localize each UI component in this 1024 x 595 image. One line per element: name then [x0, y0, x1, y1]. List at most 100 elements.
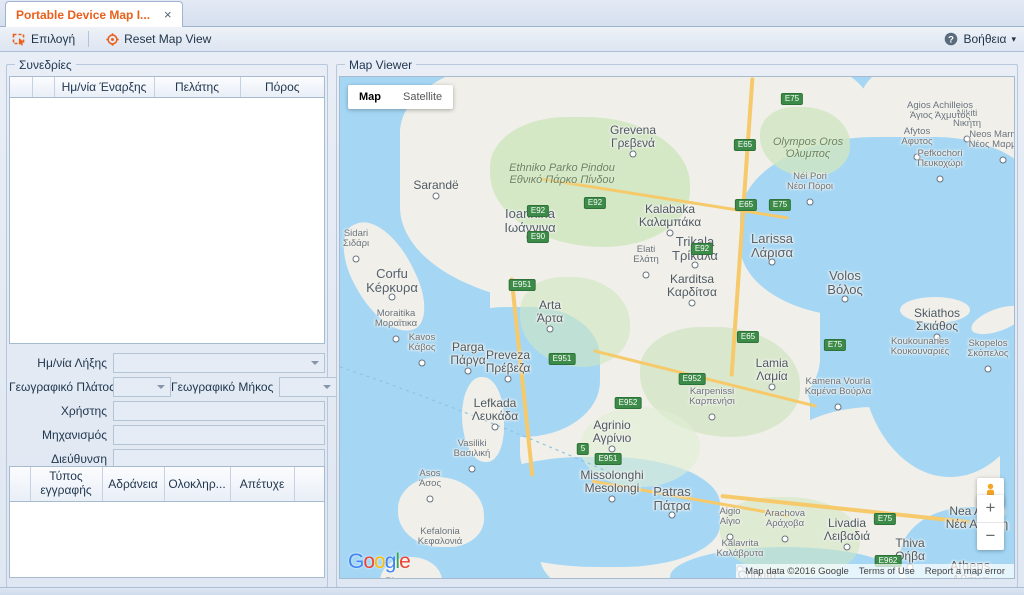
end-date-combo[interactable]: [113, 352, 325, 373]
map-type-satellite-button[interactable]: Satellite: [392, 85, 453, 109]
end-date-row: Ημ/νία Λήξης: [9, 352, 325, 373]
map-viewer-legend: Map Viewer: [345, 58, 417, 72]
sessions-table-empty-area[interactable]: [10, 98, 324, 343]
map-road-shield: E951: [548, 353, 576, 365]
records-table-empty-area[interactable]: [10, 501, 324, 577]
map-city-dot: [834, 403, 842, 411]
records-col-5[interactable]: [294, 467, 324, 502]
map-city-dot: [933, 333, 941, 341]
map-city-dot: [629, 150, 637, 158]
zoom-out-button[interactable]: −: [977, 523, 1004, 550]
map-type-map-button[interactable]: Map: [348, 85, 392, 109]
report-map-error-link[interactable]: Report a map error: [920, 566, 1010, 577]
selection-button[interactable]: Επιλογή: [4, 28, 83, 51]
svg-text:?: ?: [949, 35, 955, 46]
map-viewer[interactable]: Sarandë Sidari Σιδάρι Corfu Κéρκυρα Moraitika…: [339, 76, 1015, 579]
device-label: Μηχανισμός: [41, 427, 107, 442]
map-city-dot: [913, 153, 921, 161]
map-city-dot: [688, 299, 696, 307]
selection-button-label: Επιλογή: [31, 32, 76, 46]
map-city-dot: [843, 543, 851, 551]
map-city-dot: [392, 335, 400, 343]
google-logo: Google: [348, 550, 411, 574]
map-type-control[interactable]: Map Satellite: [348, 85, 454, 109]
map-city-dot: [464, 367, 472, 375]
records-col-record-type[interactable]: Τύπος εγγραφής: [30, 467, 103, 502]
selection-icon: [12, 33, 26, 46]
map-road-shield: E92: [583, 197, 607, 209]
map-city-dot: [666, 229, 674, 237]
end-date-label: Ημ/νία Λήξης: [37, 355, 107, 370]
map-road-shield: 5: [576, 443, 590, 455]
tab-portable-device-map[interactable]: Portable Device Map I... ×: [5, 1, 183, 27]
close-icon[interactable]: ×: [164, 8, 172, 21]
map-city-dot: [352, 255, 360, 263]
map-zoom-control[interactable]: + −: [977, 495, 1004, 550]
records-table[interactable]: Τύπος εγγραφής Αδράνεια Ολοκληρ... Απέτυ…: [9, 466, 325, 578]
records-col-failed[interactable]: Απέτυχε: [230, 467, 295, 502]
map-city-dot: [432, 192, 440, 200]
map-city-dot: [806, 198, 814, 206]
address-label: Διεύθυνση: [51, 451, 107, 466]
records-col-0[interactable]: [10, 467, 31, 502]
session-details-form: Ημ/νία Λήξης Γεωγραφικό Πλάτος Γεωγραφικ…: [9, 352, 338, 469]
sessions-table-header-row: Ημ/νία Έναρξης Πελάτης Πόρος: [10, 77, 324, 98]
google-logo-o2: o: [374, 550, 386, 573]
tab-bar: Portable Device Map I... ×: [0, 0, 1024, 27]
map-road-shield: E75: [768, 199, 792, 211]
map-city-dot: [691, 261, 699, 269]
map-data-attribution: Map data ©2016 Google: [745, 565, 849, 577]
coordinates-row: Γεωγραφικό Πλάτος Γεωγραφικό Μήκος: [9, 376, 338, 397]
chevron-down-icon: [311, 360, 319, 365]
google-logo-g2: g: [384, 550, 397, 573]
terms-of-use-link[interactable]: Terms of Use: [854, 566, 920, 577]
sessions-col-client[interactable]: Πελάτης: [154, 77, 241, 98]
application-window: Portable Device Map I... × Επιλογή Reset…: [0, 0, 1024, 595]
reset-map-view-label: Reset Map View: [124, 32, 212, 46]
google-logo-o1: o: [363, 550, 375, 573]
map-city-dot: [936, 175, 944, 183]
toolbar-separator: [88, 31, 90, 47]
sessions-col-1[interactable]: [32, 77, 55, 98]
map-road-shield: E90: [526, 231, 550, 243]
sessions-table[interactable]: Ημ/νία Έναρξης Πελάτης Πόρος: [9, 76, 325, 344]
google-logo-e: e: [399, 550, 411, 573]
help-menu-button[interactable]: ? Βοήθεια ▾: [944, 32, 1016, 46]
help-circle-icon: ?: [944, 32, 958, 46]
records-col-idle[interactable]: Αδράνεια: [102, 467, 165, 502]
chevron-down-icon: ▾: [1011, 33, 1016, 44]
map-city-dot: [768, 258, 776, 266]
map-panel: Map Viewer Sarandë Sidari Σιδάρι Corfu Κ…: [336, 58, 1018, 588]
device-input[interactable]: [113, 424, 325, 445]
map-city-dot: [841, 295, 849, 303]
latitude-label: Γεωγραφικό Πλάτος: [9, 379, 115, 394]
map-canvas[interactable]: Sarandë Sidari Σιδάρι Corfu Κéρκυρα Moraitika…: [340, 77, 1014, 578]
latitude-combo[interactable]: [113, 376, 171, 397]
sessions-groupbox-legend: Συνεδρίες: [15, 58, 76, 72]
reset-map-view-button[interactable]: Reset Map View: [98, 28, 219, 51]
map-city-dot: [426, 495, 434, 503]
longitude-combo[interactable]: [279, 376, 338, 397]
records-col-completed[interactable]: Ολοκληρ...: [164, 467, 231, 502]
map-city-dot: [999, 156, 1007, 164]
sessions-col-start-date[interactable]: Ημ/νία Έναρξης: [54, 77, 155, 98]
map-city-dot: [781, 535, 789, 543]
map-label-greek: Καμένα Βούρλα: [804, 386, 872, 398]
map-road-shield: E92: [526, 205, 550, 217]
sessions-col-0[interactable]: [10, 77, 33, 98]
records-table-header-row: Τύπος εγγραφής Αδράνεια Ολοκληρ... Απέτυ…: [10, 467, 324, 502]
sessions-col-resource[interactable]: Πόρος: [240, 77, 324, 98]
map-city-dot: [608, 495, 616, 503]
status-bar: [0, 587, 1024, 595]
map-city-dot: [668, 511, 676, 519]
map-road-shield: E65: [734, 199, 758, 211]
map-road-shield: E92: [690, 243, 714, 255]
map-city-dot: [546, 325, 554, 333]
tab-title: Portable Device Map I...: [16, 7, 151, 22]
user-input[interactable]: [113, 400, 325, 421]
map-road-shield: E952: [678, 373, 706, 385]
user-row: Χρήστης: [9, 400, 325, 421]
map-city-dot: [388, 293, 396, 301]
map-city-dot: [726, 533, 734, 541]
zoom-in-button[interactable]: +: [977, 495, 1004, 523]
